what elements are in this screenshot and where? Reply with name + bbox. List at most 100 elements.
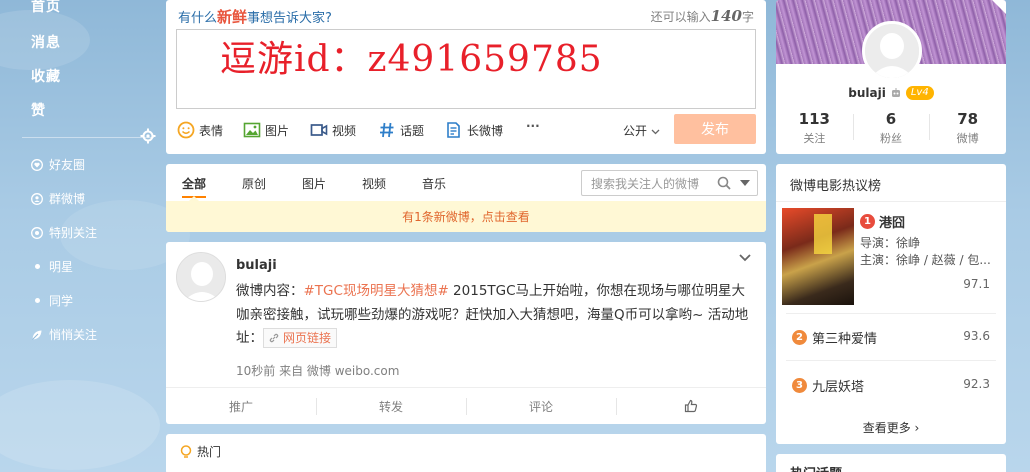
- link-icon: [269, 333, 279, 343]
- movie-poster[interactable]: [782, 208, 854, 305]
- tool-label: 图片: [265, 123, 290, 138]
- image-button[interactable]: 图片: [243, 121, 289, 139]
- movie-item-3[interactable]: 3 九层妖塔: [792, 376, 864, 395]
- hot-label: 热门: [197, 445, 222, 459]
- stat-label: 微博: [956, 132, 979, 145]
- web-link[interactable]: 网页链接: [263, 328, 338, 348]
- rank-badge: 3: [792, 378, 807, 393]
- counter-number: 140: [710, 7, 742, 25]
- composer-prompt: 有什么新鲜事想告诉大家?: [178, 6, 332, 27]
- thumbs-up-icon: [684, 399, 698, 413]
- rank-badge: 1: [860, 214, 875, 229]
- divider: [786, 313, 996, 314]
- nav-group-friends[interactable]: 好友圈: [31, 156, 85, 173]
- stat-number: 113: [798, 110, 830, 128]
- tool-label: 长微博: [467, 123, 504, 138]
- nav-group-classmates[interactable]: 同学: [31, 292, 73, 309]
- nav-group-label: 群微博: [49, 192, 86, 206]
- movie-item-2[interactable]: 2 第三种爱情: [792, 328, 877, 347]
- image-icon: [243, 122, 261, 138]
- video-button[interactable]: 视频: [310, 121, 356, 139]
- nav-messages[interactable]: 消息: [31, 32, 61, 52]
- nav-group-label: 特别关注: [49, 226, 98, 240]
- comment-button[interactable]: 评论: [466, 388, 616, 424]
- cloud-decoration: [0, 380, 160, 470]
- post-meta: 10秒前 来自 微博 weibo.com: [236, 364, 400, 378]
- stat-followers[interactable]: 6 粉丝: [852, 110, 930, 146]
- tab-all[interactable]: 全部: [182, 175, 206, 192]
- nav-group-label: 悄悄关注: [49, 328, 98, 342]
- movie-name: 第三种爱情: [812, 332, 878, 347]
- level-badge[interactable]: Lv4: [905, 86, 934, 100]
- user-circle-icon: [31, 192, 43, 205]
- hot-section: 热门: [166, 434, 766, 472]
- profile-username[interactable]: bulaji: [848, 86, 886, 100]
- tab-original[interactable]: 原创: [242, 175, 266, 192]
- movie-score: 93.6: [963, 329, 990, 343]
- visibility-dropdown[interactable]: 公开: [623, 122, 660, 139]
- stat-following[interactable]: 113 关注: [776, 110, 853, 146]
- stat-label: 关注: [803, 132, 826, 145]
- default-avatar-icon: [865, 24, 919, 78]
- post-action-bar: 推广 转发 评论: [166, 387, 766, 424]
- robot-icon: [891, 88, 900, 97]
- counter-prefix: 还可以输入: [650, 10, 711, 24]
- nav-likes[interactable]: 赞: [31, 100, 46, 120]
- emoji-button[interactable]: 表情: [177, 121, 223, 139]
- tab-music[interactable]: 音乐: [422, 175, 446, 192]
- avatar[interactable]: [862, 21, 922, 81]
- long-post-button[interactable]: 长微博: [445, 121, 503, 139]
- like-button[interactable]: [616, 388, 766, 424]
- feed-post: bulaji 微博内容：#TGC现场明星大猜想# 2015TGC马上开始啦，你想…: [166, 242, 766, 424]
- nav-divider: [22, 137, 154, 138]
- nav-group-special[interactable]: 特别关注: [31, 224, 97, 241]
- leaf-icon: [32, 330, 42, 340]
- stat-posts[interactable]: 78 微博: [929, 110, 1006, 146]
- default-avatar-icon: [177, 253, 225, 301]
- view-more-link[interactable]: 查看更多 ›: [776, 419, 1006, 436]
- repost-button[interactable]: 转发: [316, 388, 466, 424]
- stat-number: 6: [885, 110, 897, 128]
- promote-button[interactable]: 推广: [166, 388, 316, 424]
- tab-images[interactable]: 图片: [302, 175, 326, 192]
- feed-tabs-card: 全部 原创 图片 视频 音乐 搜索我关注人的微博 有1条新微博，点击查看: [166, 164, 766, 232]
- nav-favorites[interactable]: 收藏: [31, 66, 61, 86]
- search-icon[interactable]: [717, 176, 731, 190]
- post-username[interactable]: bulaji: [236, 258, 277, 273]
- movie-score: 97.1: [963, 277, 990, 291]
- profile-stats: 113 关注 6 粉丝 78 微博: [776, 110, 1006, 146]
- profile-name-row: bulaji Lv4: [776, 86, 1006, 100]
- nav-home[interactable]: 首页: [31, 0, 61, 16]
- feed-search-input[interactable]: 搜索我关注人的微博: [581, 170, 758, 196]
- movie-item-1-title[interactable]: 1 港囧: [860, 212, 905, 231]
- gear-icon[interactable]: [140, 128, 156, 144]
- post-content: 微博内容：#TGC现场明星大猜想# 2015TGC马上开始啦，你想在现场与哪位明…: [236, 280, 756, 351]
- cover-corner: [992, 0, 1006, 14]
- prompt-text: 事想告诉大家?: [247, 11, 332, 26]
- hot-topics-title: 热门话题: [790, 463, 842, 472]
- target-icon: [31, 226, 43, 239]
- new-post-notice[interactable]: 有1条新微博，点击查看: [166, 201, 766, 232]
- post-topic-link[interactable]: #TGC现场明星大猜想#: [304, 283, 449, 299]
- nav-group-weibo[interactable]: 群微博: [31, 190, 85, 207]
- chevron-down-icon[interactable]: [738, 250, 752, 264]
- lightbulb-icon: [180, 444, 192, 458]
- nav-group-label: 明星: [49, 260, 74, 274]
- post-text: 微博内容：: [236, 283, 304, 299]
- search-placeholder: 搜索我关注人的微博: [591, 176, 700, 191]
- nav-group-label: 同学: [49, 294, 74, 308]
- composer-content: 逗游id：z491659785: [220, 39, 603, 80]
- nav-group-secret[interactable]: 悄悄关注: [31, 326, 97, 343]
- tab-videos[interactable]: 视频: [362, 175, 386, 192]
- dot-icon: [35, 264, 40, 269]
- publish-button[interactable]: 发布: [674, 114, 756, 144]
- more-tools-button[interactable]: ···: [526, 119, 540, 133]
- avatar[interactable]: [176, 252, 226, 302]
- hot-header[interactable]: 热门: [180, 443, 221, 460]
- search-dropdown-caret[interactable]: [740, 180, 750, 186]
- divider: [786, 360, 996, 361]
- nav-group-stars[interactable]: 明星: [31, 258, 73, 275]
- hashtag-icon: [380, 122, 394, 138]
- topic-button[interactable]: 话题: [378, 121, 424, 139]
- document-edit-icon: [447, 122, 460, 138]
